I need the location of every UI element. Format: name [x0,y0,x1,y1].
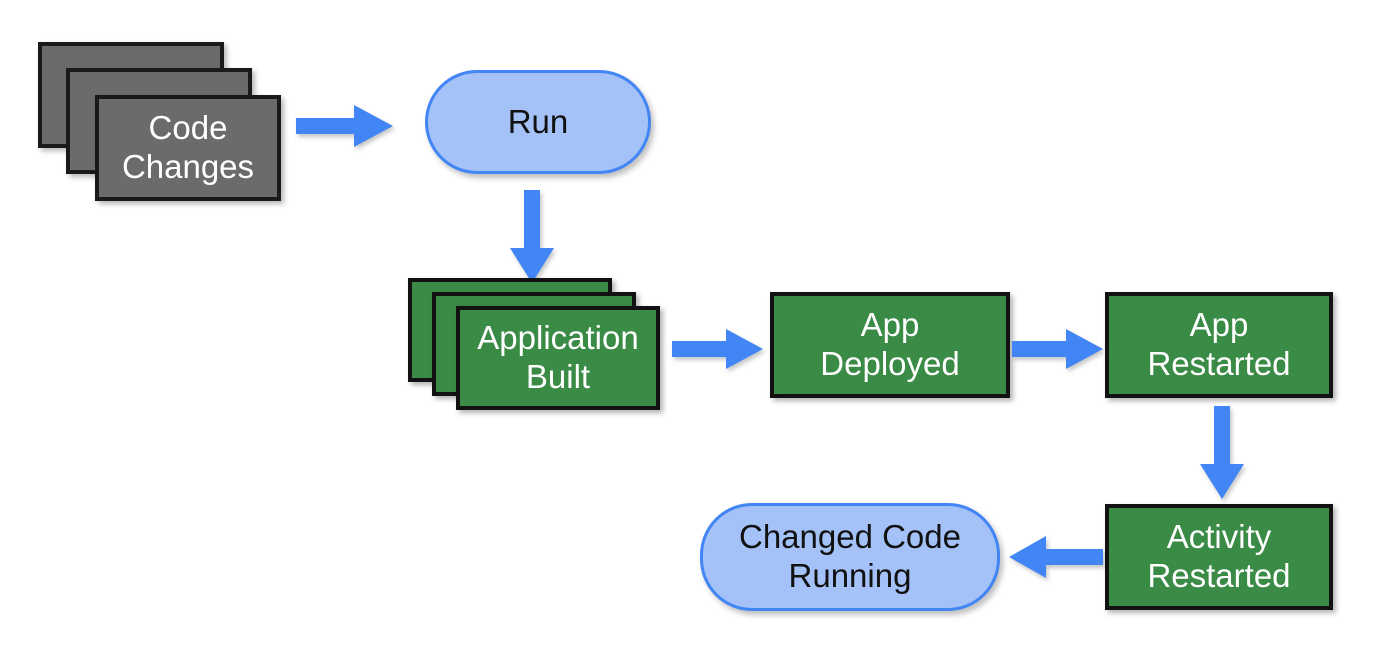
arrow-activity-restarted-to-changed-code-running [1008,535,1104,579]
arrow-down-glyph-icon [1200,406,1244,499]
arrow-right-glyph-icon [1012,329,1103,369]
arrow-app-restarted-to-activity-restarted [1198,406,1246,500]
run-label: Run [507,102,569,140]
arrow-application-built-to-app-deployed [672,328,764,370]
application-built-front-card: Application Built [456,306,660,410]
node-app-deployed[interactable]: App Deployed [770,292,1010,398]
node-changed-code-running[interactable]: Changed Code Running [700,503,1000,611]
arrow-app-deployed-to-app-restarted [1012,328,1104,370]
diagram-canvas: Code Changes Run Application Built App D… [0,0,1400,648]
node-app-restarted[interactable]: App Restarted [1105,292,1333,398]
arrow-left-glyph-icon [1009,536,1103,578]
arrow-right-glyph-icon [296,105,393,147]
arrow-code-changes-to-run [296,104,394,148]
code-changes-label: Code Changes [121,109,255,185]
node-run[interactable]: Run [425,70,651,174]
activity-restarted-label: Activity Restarted [1147,518,1291,594]
app-deployed-label: App Deployed [820,306,960,382]
arrow-down-glyph-icon [510,190,554,283]
code-changes-front-card: Code Changes [95,95,281,201]
application-built-label: Application Built [477,319,639,395]
changed-code-running-label: Changed Code Running [738,518,961,594]
arrow-right-glyph-icon [672,329,763,369]
node-activity-restarted[interactable]: Activity Restarted [1105,504,1333,610]
node-code-changes[interactable]: Code Changes [38,42,281,201]
arrow-run-to-application-built [508,190,556,284]
app-restarted-label: App Restarted [1147,306,1291,382]
node-application-built[interactable]: Application Built [408,278,660,410]
